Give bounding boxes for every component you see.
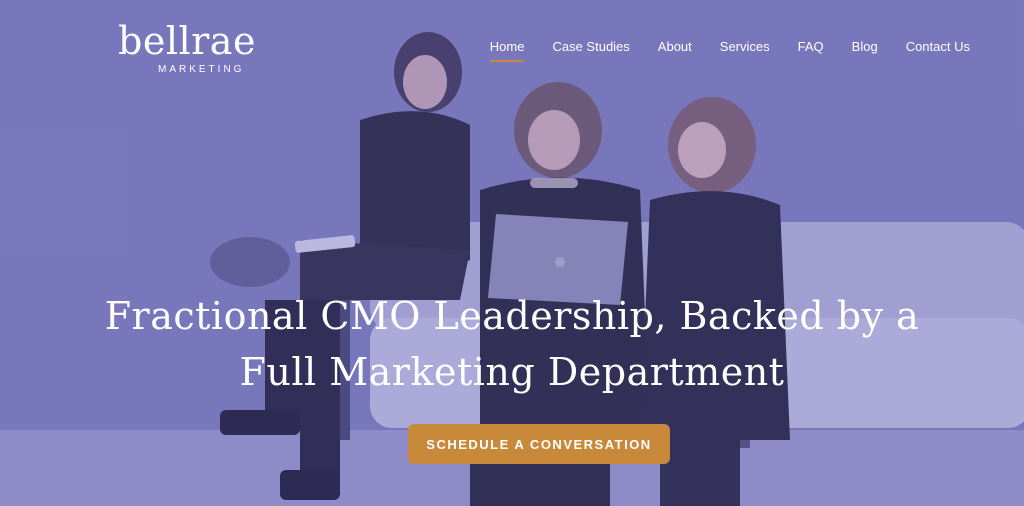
nav-item-about[interactable]: About bbox=[644, 38, 706, 56]
nav-item-faq[interactable]: FAQ bbox=[784, 38, 838, 56]
brand-logo-tagline: MARKETING bbox=[158, 64, 245, 75]
nav-item-services[interactable]: Services bbox=[706, 38, 784, 56]
brand-logo-wordmark: bellrae bbox=[118, 19, 256, 63]
brand-logo[interactable]: bellrae MARKETING bbox=[118, 18, 278, 78]
hero-headline-line-2: Full Marketing Department bbox=[239, 350, 785, 394]
nav-item-contact-us[interactable]: Contact Us bbox=[892, 38, 984, 56]
nav-item-blog[interactable]: Blog bbox=[838, 38, 892, 56]
hero-headline-line-1: Fractional CMO Leadership, Backed by a bbox=[104, 294, 920, 338]
nav-item-case-studies[interactable]: Case Studies bbox=[538, 38, 643, 56]
schedule-conversation-button[interactable]: SCHEDULE A CONVERSATION bbox=[408, 424, 670, 464]
hero-section: bellrae MARKETING Home Case Studies Abou… bbox=[0, 0, 1024, 506]
hero-headline: Fractional CMO Leadership, Backed by a F… bbox=[0, 288, 1024, 400]
main-navigation: Home Case Studies About Services FAQ Blo… bbox=[476, 38, 984, 62]
nav-item-home[interactable]: Home bbox=[476, 38, 539, 62]
